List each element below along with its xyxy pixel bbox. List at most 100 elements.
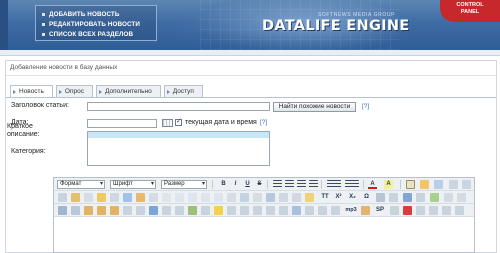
merge-cells-icon[interactable] [214,193,223,202]
mp3-icon[interactable]: mp3 [344,206,358,215]
outdent-icon[interactable] [136,206,145,215]
tab-poll[interactable]: Опрос [55,85,93,97]
numbered-list-icon[interactable] [345,180,359,189]
folder-icon[interactable] [97,193,106,202]
format-select[interactable]: Формат [57,180,105,189]
new-doc-icon[interactable] [71,193,80,202]
cleanup-icon[interactable] [406,180,415,189]
image-icon[interactable] [188,206,197,215]
visual-aid-icon[interactable] [266,193,275,202]
html5-icon[interactable] [416,206,425,215]
find-similar-button[interactable]: Найти похожие новости [273,102,356,112]
italic-icon[interactable]: I [231,180,240,189]
header-separator [0,50,500,56]
special-char-icon[interactable]: Ω [362,193,371,202]
style-icon[interactable] [305,193,314,202]
underline-icon[interactable]: U [243,180,252,189]
leech-icon[interactable] [429,206,438,215]
redo-icon[interactable] [462,180,471,189]
typograf-icon[interactable] [331,206,340,215]
paste-text-icon[interactable] [84,206,93,215]
nonbreaking-icon[interactable] [389,193,398,202]
template-icon[interactable] [84,193,93,202]
tab-news[interactable]: Новость [10,85,53,97]
cut-icon[interactable] [58,206,67,215]
code-icon[interactable] [266,206,275,215]
print-icon[interactable] [58,193,67,202]
fullscreen-icon[interactable] [403,193,412,202]
replace-icon[interactable] [136,193,145,202]
justify-icon[interactable] [309,180,318,189]
spoiler-icon[interactable] [361,206,370,215]
break-icon[interactable] [455,206,464,215]
teletype-icon[interactable]: TT [319,193,331,202]
highlight-icon[interactable]: A [384,180,393,189]
category-list[interactable] [87,131,270,166]
absolute-icon[interactable] [292,193,301,202]
align-right-icon[interactable] [297,180,306,189]
paste-html-icon[interactable] [110,206,119,215]
youtube-icon[interactable] [403,206,412,215]
table-props-icon[interactable] [240,193,249,202]
quote-icon[interactable] [253,206,262,215]
page-icon[interactable] [442,206,451,215]
menu-add-news[interactable]: ДОБАВИТЬ НОВОСТЬ [42,11,120,18]
menu-edit-news[interactable]: РЕДАКТИРОВАТЬ НОВОСТИ [42,21,140,28]
date-help-link[interactable]: [?] [260,119,267,126]
indent-icon[interactable] [123,206,132,215]
undo-icon[interactable] [449,180,458,189]
superscript-icon[interactable]: X² [334,193,343,202]
tab-access[interactable]: Доступ [163,85,203,97]
copy-icon[interactable] [71,206,80,215]
paste-word-icon[interactable] [97,206,106,215]
panel-title: Добавление новости в базу данных [10,64,118,71]
table-icon[interactable] [162,193,171,202]
font-color-icon[interactable]: A [368,180,377,189]
size-select[interactable]: Размер [161,180,207,189]
column-icon[interactable] [188,193,197,202]
media-icon[interactable] [201,206,210,215]
font-select[interactable]: Шрифт [110,180,156,189]
brush-icon[interactable] [420,180,429,189]
current-date-checkbox[interactable] [175,117,182,126]
page-break-icon[interactable] [390,206,399,215]
link-icon[interactable] [149,206,158,215]
video-icon[interactable] [305,206,314,215]
category-selected-row[interactable] [88,132,269,138]
html-source-icon[interactable] [416,193,425,202]
spoiler-text-icon[interactable]: SP [374,206,386,215]
paste-icon[interactable] [434,180,443,189]
find-icon[interactable] [123,193,132,202]
menu-sections-list[interactable]: СПИСОК ВСЕХ РАЗДЕЛОВ [42,31,133,38]
layer-icon[interactable] [279,193,288,202]
title-input[interactable] [87,102,270,111]
spellcheck-icon[interactable] [430,193,439,202]
delete-table-icon[interactable] [253,193,262,202]
strikethrough-icon[interactable]: S [255,180,264,189]
bold-icon[interactable]: B [219,180,228,189]
unlink-icon[interactable] [162,206,171,215]
audio-icon[interactable] [318,206,327,215]
anchor-icon[interactable] [175,206,184,215]
align-center-icon[interactable] [285,180,294,189]
align-left-icon[interactable] [273,180,282,189]
bullet-list-icon[interactable] [327,180,341,189]
select-all-icon[interactable] [149,193,158,202]
cite-icon[interactable] [444,193,453,202]
emoticon-icon[interactable] [214,206,223,215]
calendar-icon[interactable] [162,119,173,127]
cell-icon[interactable] [201,193,210,202]
split-cells-icon[interactable] [227,193,236,202]
date-icon[interactable] [227,206,236,215]
abbr-icon[interactable] [457,193,466,202]
time-icon[interactable] [240,206,249,215]
subscript-icon[interactable]: X₂ [348,193,357,202]
flash-icon[interactable] [292,206,301,215]
hr-icon[interactable] [376,193,385,202]
tab-additional[interactable]: Дополнительно [95,85,161,97]
title-help-link[interactable]: [?] [362,103,369,110]
date-input[interactable] [87,119,157,128]
hide-icon[interactable] [279,206,288,215]
row-icon[interactable] [175,193,184,202]
preview-icon[interactable] [110,193,119,202]
